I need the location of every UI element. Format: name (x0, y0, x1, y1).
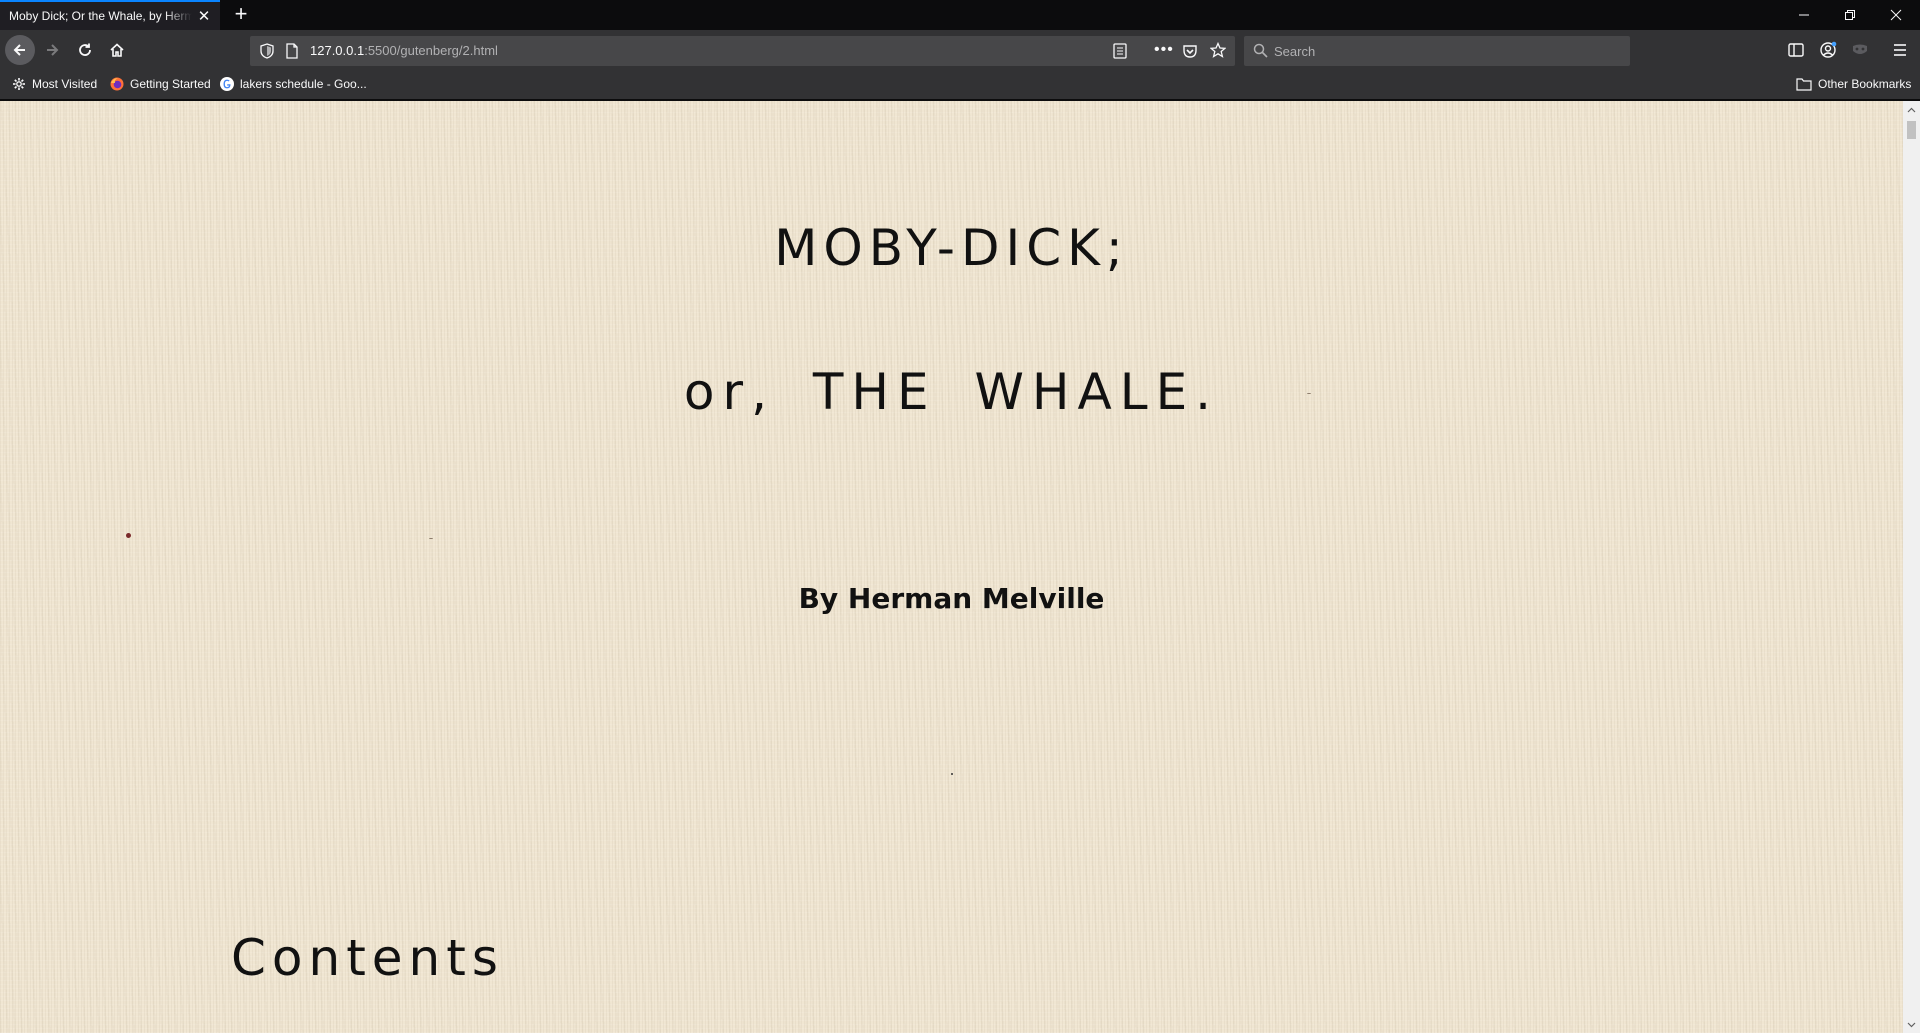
paper-speck (429, 538, 433, 539)
tab-strip: Moby Dick; Or the Whale, by Herman Melvi… (0, 0, 1920, 30)
paper-speck (951, 773, 953, 775)
scroll-down-arrow-icon[interactable] (1903, 1016, 1920, 1033)
page-actions-ellipsis-icon[interactable]: ••• (1154, 41, 1174, 59)
paper-speck (1307, 393, 1311, 394)
forward-arrow-icon[interactable] (38, 36, 66, 64)
account-icon[interactable] (1814, 36, 1842, 64)
other-bookmarks-label: Other Bookmarks (1818, 77, 1912, 91)
url-path: :5500/gutenberg/2.html (364, 43, 498, 58)
bookmark-star-icon[interactable] (1210, 42, 1226, 58)
bookmark-getting-started[interactable]: Getting Started (110, 77, 211, 91)
bookmark-label: Most Visited (32, 77, 98, 91)
restore-window-icon[interactable] (1827, 0, 1873, 30)
reader-view-icon[interactable] (1113, 43, 1127, 59)
new-tab-plus-icon[interactable]: + (229, 3, 253, 27)
other-bookmarks[interactable]: Other Bookmarks (1796, 77, 1911, 91)
book-title: MOBY-DICK; (774, 219, 1129, 277)
search-icon (1253, 43, 1268, 58)
book-subtitle: or, THE WHALE. (683, 363, 1220, 421)
url-bar[interactable]: 127.0.0.1:5500/gutenberg/2.html ••• (250, 36, 1235, 66)
bookmark-most-visited[interactable]: Most Visited (12, 77, 97, 91)
contents-heading: Contents (231, 929, 504, 987)
folder-icon (1796, 77, 1812, 91)
paper-speck (126, 533, 131, 538)
bookmark-label: Getting Started (130, 77, 211, 91)
scrollbar-thumb[interactable] (1907, 121, 1916, 139)
firefox-icon (110, 77, 124, 91)
url-text[interactable]: 127.0.0.1:5500/gutenberg/2.html (310, 43, 498, 58)
sidebar-toggle-icon[interactable] (1782, 36, 1810, 64)
book-author: By Herman Melville (798, 582, 1105, 615)
tab-close-icon[interactable]: ✕ (196, 7, 212, 25)
search-placeholder: Search (1274, 44, 1316, 59)
active-tab[interactable]: Moby Dick; Or the Whale, by Herman Melvi… (0, 0, 220, 30)
home-icon[interactable] (103, 36, 131, 64)
bookmark-lakers-schedule[interactable]: lakers schedule - Goo... (220, 77, 367, 91)
page-info-icon[interactable] (285, 43, 299, 59)
reload-icon[interactable] (71, 36, 99, 64)
vertical-scrollbar[interactable] (1903, 101, 1920, 1033)
scroll-up-arrow-icon[interactable] (1903, 101, 1920, 118)
extension-mask-icon[interactable] (1846, 36, 1874, 64)
menu-hamburger-icon[interactable] (1886, 36, 1914, 64)
tracking-shield-icon[interactable] (260, 43, 274, 59)
tab-title: Moby Dick; Or the Whale, by Herman Melvi… (9, 9, 192, 23)
pocket-icon[interactable] (1182, 43, 1198, 59)
url-host: 127.0.0.1 (310, 43, 365, 58)
search-bar[interactable]: Search (1244, 36, 1630, 66)
gear-icon (12, 77, 26, 91)
bookmark-label: lakers schedule - Goo... (240, 77, 367, 91)
bookmarks-toolbar: Most Visited Getting Started lakers sche… (0, 70, 1920, 100)
google-icon (220, 77, 234, 91)
minimize-window-icon[interactable] (1781, 0, 1827, 30)
back-arrow-icon[interactable] (5, 35, 35, 65)
close-window-icon[interactable] (1873, 0, 1919, 30)
page-content: MOBY-DICK; or, THE WHALE. By Herman Melv… (0, 101, 1903, 1033)
